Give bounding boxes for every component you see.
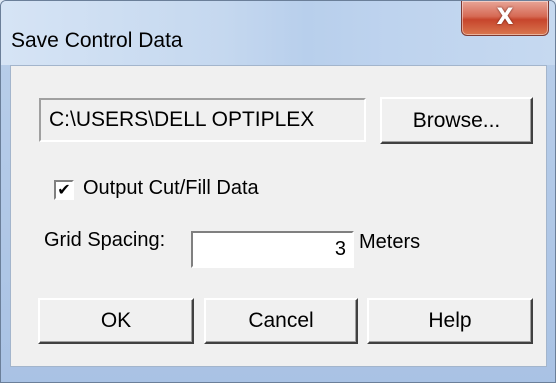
browse-button[interactable]: Browse...	[380, 97, 533, 144]
title-bar[interactable]: Save Control Data X	[1, 1, 555, 65]
dialog-body: C:\USERS\DELL OPTIPLEX Browse... ✔ Outpu…	[10, 65, 547, 367]
close-button[interactable]: X	[461, 1, 549, 36]
grid-spacing-input[interactable]	[191, 231, 354, 268]
output-cut-fill-label[interactable]: Output Cut/Fill Data	[83, 177, 259, 200]
close-icon: X	[496, 5, 514, 30]
cancel-button[interactable]: Cancel	[204, 298, 358, 344]
ok-button[interactable]: OK	[38, 298, 194, 344]
help-button[interactable]: Help	[367, 298, 533, 344]
dialog-title: Save Control Data	[11, 29, 183, 52]
file-path-field: C:\USERS\DELL OPTIPLEX	[39, 98, 366, 142]
output-cut-fill-checkbox[interactable]: ✔	[54, 180, 74, 200]
grid-spacing-label: Grid Spacing:	[44, 229, 166, 251]
grid-spacing-unit: Meters	[359, 231, 421, 253]
save-control-data-dialog: Save Control Data X C:\USERS\DELL OPTIPL…	[0, 0, 556, 383]
checkmark-icon: ✔	[57, 180, 71, 199]
